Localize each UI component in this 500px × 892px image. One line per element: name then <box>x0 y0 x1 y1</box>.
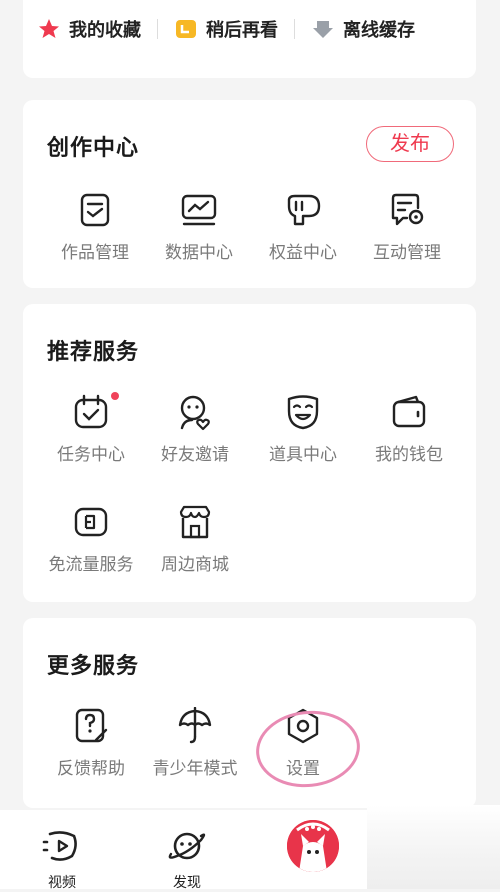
props-center-item[interactable]: 道具中心 <box>251 392 355 465</box>
wallet-icon <box>392 395 426 428</box>
benefits-icon <box>287 194 321 226</box>
free-data-icon <box>74 507 108 537</box>
quick-link-favorites[interactable]: 我的收藏 <box>37 16 141 42</box>
section-title: 创作中心 <box>47 136 140 161</box>
benefits-item[interactable]: 权益中心 <box>251 190 355 263</box>
quick-link-label: 我的收藏 <box>69 20 141 41</box>
teen-mode-item[interactable]: 青少年模式 <box>143 706 247 779</box>
store-icon <box>179 505 211 539</box>
tab-label: 发现 <box>173 875 201 891</box>
feedback-help-icon <box>75 708 108 743</box>
tab-label: 视频 <box>48 875 76 891</box>
discover-planet-icon <box>168 832 206 860</box>
invite-friend-item[interactable]: 好友邀请 <box>143 392 247 465</box>
avatar[interactable] <box>287 820 339 872</box>
item-label: 免流量服务 <box>48 555 134 575</box>
task-center-icon <box>74 394 108 429</box>
umbrella-icon <box>178 707 212 744</box>
divider <box>157 19 158 39</box>
avatar-character-icon <box>287 820 339 872</box>
later-icon <box>176 20 196 38</box>
tab-bar-right-fade <box>367 805 500 889</box>
tab-discover[interactable]: 发现 <box>155 828 219 892</box>
quick-link-label: 稍后再看 <box>206 20 278 41</box>
section-title: 更多服务 <box>47 654 140 679</box>
item-label: 青少年模式 <box>152 759 238 779</box>
quick-links-card: 我的收藏 稍后再看 离线缓存 <box>23 0 476 78</box>
quick-links-row: 我的收藏 稍后再看 离线缓存 <box>37 14 462 44</box>
interaction-manage-icon <box>391 193 424 226</box>
invite-friend-icon <box>180 395 210 431</box>
divider <box>294 19 295 39</box>
free-data-item[interactable]: 免流量服务 <box>39 502 143 575</box>
item-label: 互动管理 <box>373 243 441 263</box>
works-manage-item[interactable]: 作品管理 <box>43 190 147 263</box>
data-center-item[interactable]: 数据中心 <box>147 190 251 263</box>
item-label: 作品管理 <box>61 243 129 263</box>
notification-dot <box>111 392 119 400</box>
store-item[interactable]: 周边商城 <box>143 502 247 575</box>
item-label: 周边商城 <box>161 555 229 575</box>
wallet-item[interactable]: 我的钱包 <box>357 392 461 465</box>
item-label: 道具中心 <box>269 445 337 465</box>
more-services-card: 更多服务 反馈帮助 青少年模式 设置 <box>23 618 476 808</box>
creation-center-card: 创作中心 发布 作品管理 数据中心 权益中心 互动管理 <box>23 100 476 288</box>
tab-video[interactable]: 视频 <box>30 828 94 892</box>
section-title: 推荐服务 <box>47 340 140 365</box>
item-label: 任务中心 <box>57 445 125 465</box>
task-center-item[interactable]: 任务中心 <box>39 392 143 465</box>
feedback-help-item[interactable]: 反馈帮助 <box>39 706 143 779</box>
item-label: 权益中心 <box>269 243 337 263</box>
item-label: 数据中心 <box>165 243 233 263</box>
recommended-services-card: 推荐服务 任务中心 好友邀请 道具中心 我的钱包 免流量服务 周边商城 <box>23 304 476 602</box>
quick-link-label: 离线缓存 <box>343 20 415 41</box>
data-center-icon <box>181 194 217 226</box>
props-mask-icon <box>287 395 319 430</box>
item-label: 我的钱包 <box>375 445 443 465</box>
works-manage-icon <box>80 193 110 227</box>
quick-link-offline-cache[interactable]: 离线缓存 <box>311 16 415 42</box>
quick-link-watch-later[interactable]: 稍后再看 <box>174 16 278 42</box>
interaction-manage-item[interactable]: 互动管理 <box>355 190 459 263</box>
star-icon <box>39 19 59 38</box>
item-label: 反馈帮助 <box>57 759 125 779</box>
download-icon <box>313 21 333 38</box>
video-tab-icon <box>42 831 77 861</box>
item-label: 好友邀请 <box>161 445 229 465</box>
publish-button[interactable]: 发布 <box>366 126 454 162</box>
